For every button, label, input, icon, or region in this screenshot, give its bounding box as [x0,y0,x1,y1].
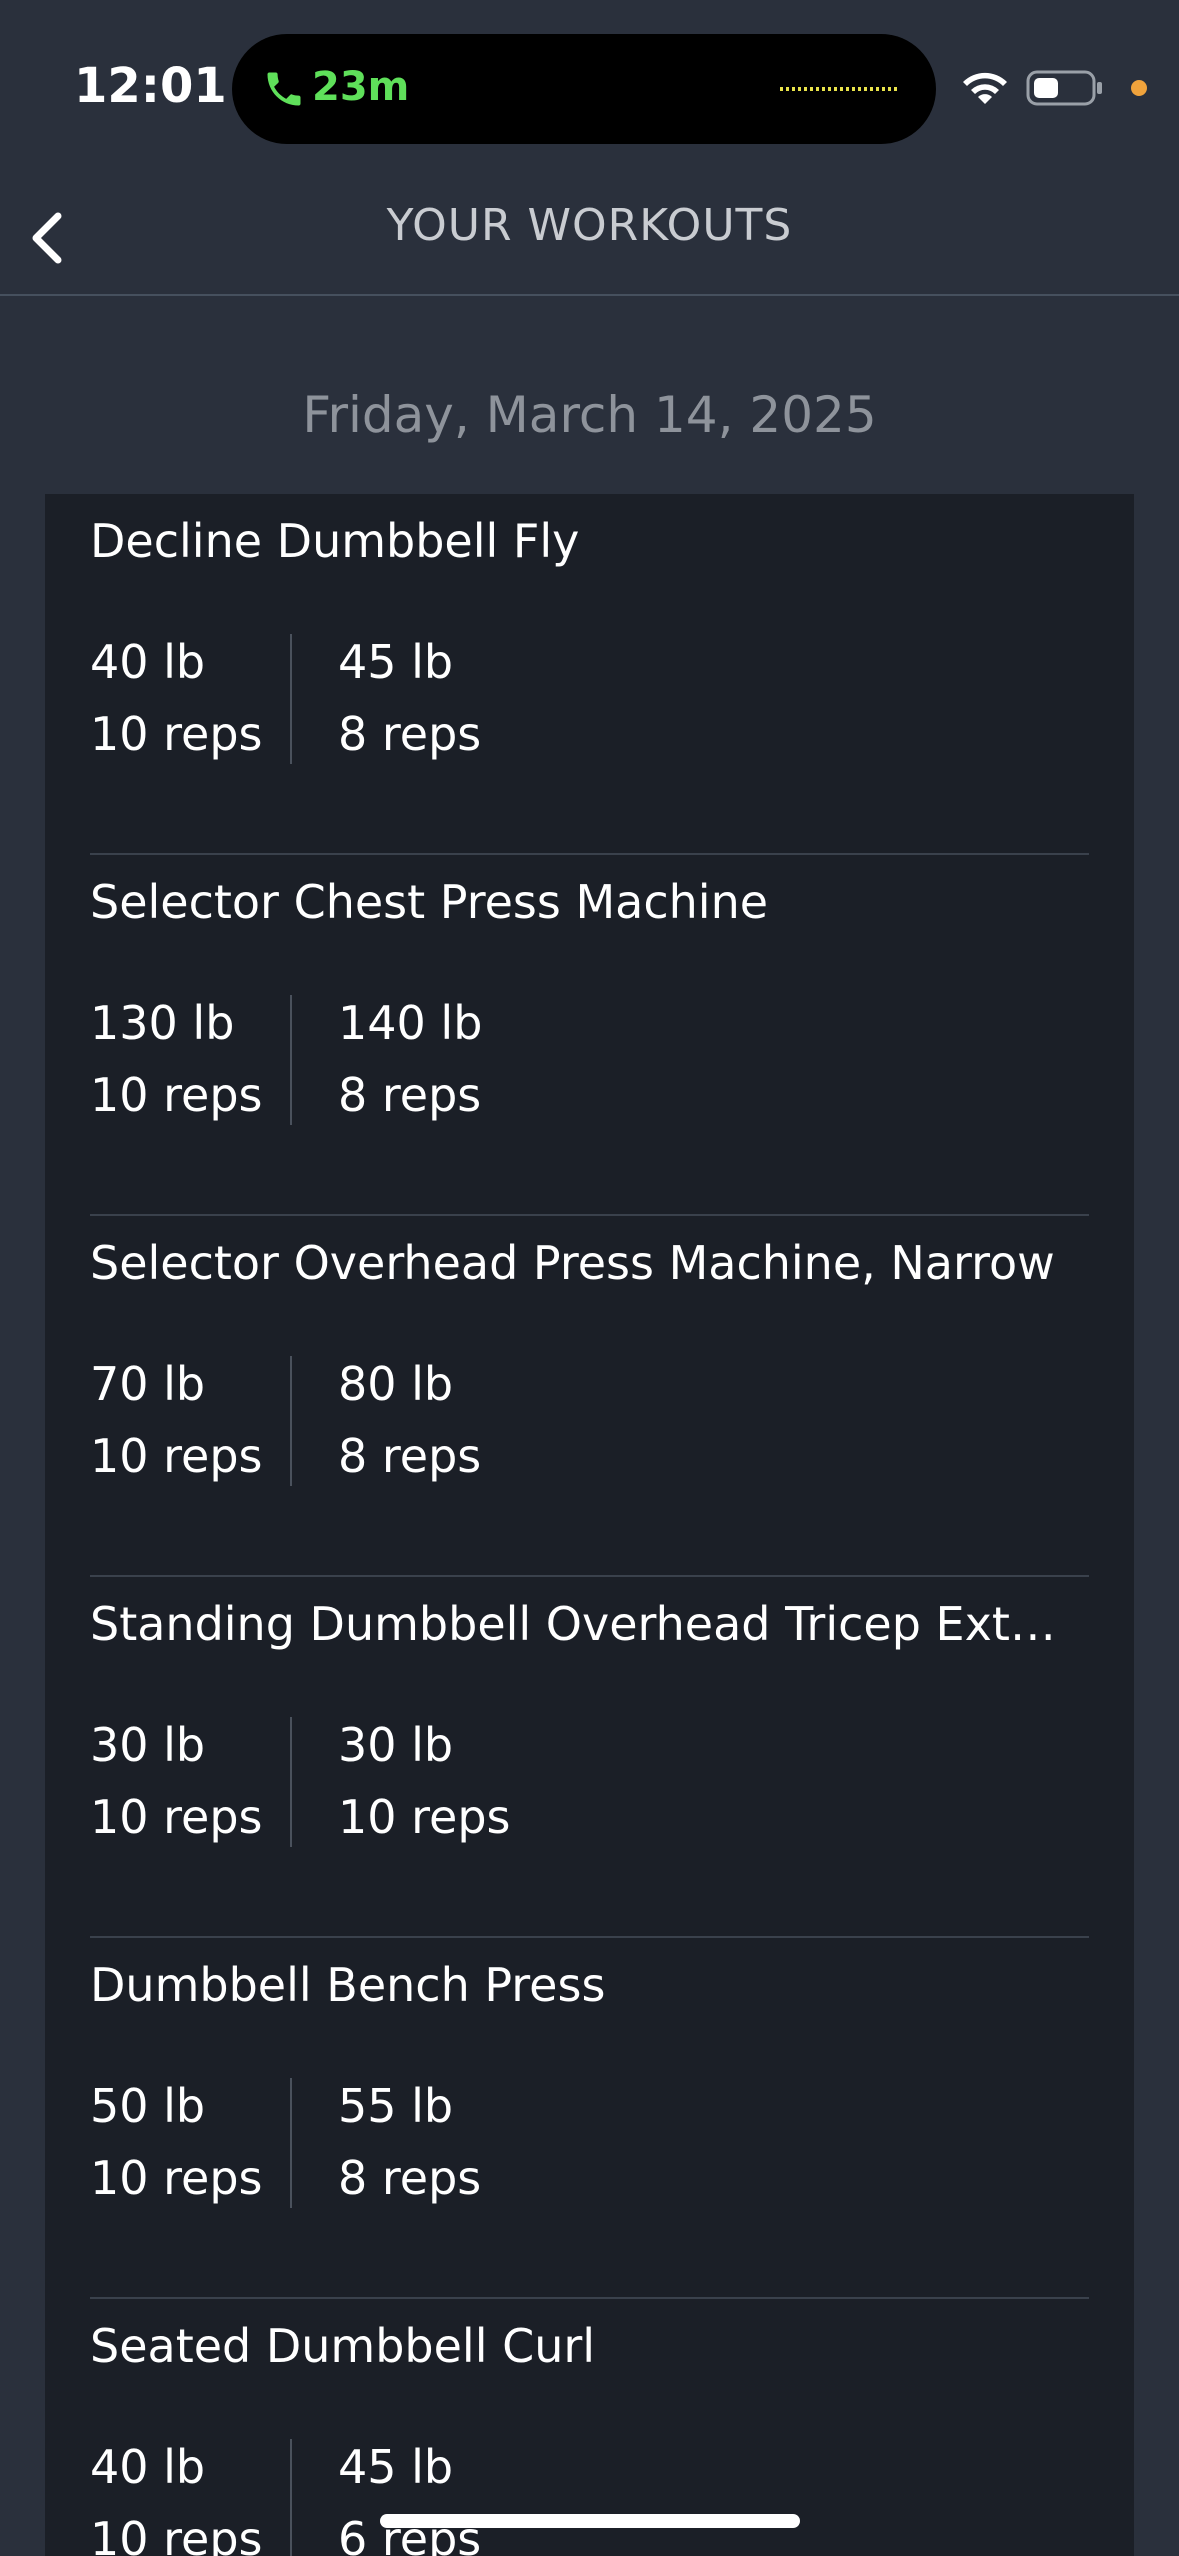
set-weight: 70 lb [90,1357,206,1411]
set-weight: 140 lb [338,996,483,1050]
exercise-item[interactable]: Dumbbell Bench Press 50 lb 10 reps 55 lb… [90,1938,1089,2299]
exercise-name: Seated Dumbbell Curl [90,2319,596,2373]
sets-row: 70 lb 10 reps 80 lb 8 reps [90,1356,481,1486]
exercise-item[interactable]: Standing Dumbbell Overhead Tricep Exte… … [90,1577,1089,1938]
audio-waveform-icon [780,87,897,91]
set-weight: 50 lb [90,2079,206,2133]
privacy-indicator-dot [1131,80,1147,96]
sets-row: 130 lb 10 reps 140 lb 8 reps [90,995,482,1125]
home-indicator[interactable] [380,2514,800,2528]
set-2: 80 lb 8 reps [292,1356,481,1486]
set-reps: 6 reps [338,2512,482,2556]
call-duration: 23m [312,64,410,110]
set-weight: 45 lb [338,635,454,689]
set-weight: 30 lb [338,1718,454,1772]
set-1: 130 lb 10 reps [90,995,292,1125]
set-2: 140 lb 8 reps [292,995,482,1125]
sets-row: 40 lb 10 reps 45 lb 8 reps [90,634,481,764]
page-title: YOUR WORKOUTS [386,200,793,251]
set-weight: 45 lb [338,2440,454,2494]
status-time: 12:01 [74,58,227,114]
set-2: 45 lb 8 reps [292,634,481,764]
phone-icon [267,72,301,106]
set-reps: 8 reps [338,707,482,761]
set-2: 55 lb 8 reps [292,2078,481,2208]
exercise-item[interactable]: Selector Overhead Press Machine, Narrow … [90,1216,1089,1577]
battery-icon [1026,70,1102,106]
status-bar: 12:01 23m [0,0,1179,176]
sets-row: 50 lb 10 reps 55 lb 8 reps [90,2078,481,2208]
exercise-name: Selector Overhead Press Machine, Narrow [90,1236,1055,1290]
set-weight: 40 lb [90,2440,206,2494]
set-weight: 130 lb [90,996,235,1050]
set-weight: 30 lb [90,1718,206,1772]
set-weight: 80 lb [338,1357,454,1411]
dynamic-island[interactable]: 23m [232,34,936,144]
workout-card: Decline Dumbbell Fly 40 lb 10 reps 45 lb… [45,494,1134,2556]
exercise-name: Standing Dumbbell Overhead Tricep Exte… [90,1597,1080,1651]
exercise-item[interactable]: Decline Dumbbell Fly 40 lb 10 reps 45 lb… [90,494,1089,855]
set-reps: 10 reps [90,707,263,761]
exercise-item[interactable]: Selector Chest Press Machine 130 lb 10 r… [90,855,1089,1216]
exercise-name: Selector Chest Press Machine [90,875,769,929]
wifi-icon [963,72,1007,104]
date-header: Friday, March 14, 2025 [302,386,877,444]
set-1: 50 lb 10 reps [90,2078,292,2208]
set-2: 30 lb 10 reps [292,1717,511,1847]
nav-bar: YOUR WORKOUTS [0,176,1179,296]
set-reps: 10 reps [90,1068,263,1122]
exercise-name: Dumbbell Bench Press [90,1958,606,2012]
set-1: 40 lb 10 reps [90,2439,292,2556]
set-reps: 10 reps [90,1790,263,1844]
set-reps: 8 reps [338,1068,482,1122]
set-reps: 10 reps [90,1429,263,1483]
set-reps: 10 reps [338,1790,511,1844]
set-weight: 40 lb [90,635,206,689]
set-reps: 10 reps [90,2151,263,2205]
set-reps: 8 reps [338,2151,482,2205]
set-1: 70 lb 10 reps [90,1356,292,1486]
exercise-name: Decline Dumbbell Fly [90,514,580,568]
sets-row: 30 lb 10 reps 30 lb 10 reps [90,1717,511,1847]
set-1: 30 lb 10 reps [90,1717,292,1847]
set-reps: 8 reps [338,1429,482,1483]
set-1: 40 lb 10 reps [90,634,292,764]
sets-row: 40 lb 10 reps 45 lb 6 reps [90,2439,481,2556]
set-2: 45 lb 6 reps [292,2439,481,2556]
set-weight: 55 lb [338,2079,454,2133]
set-reps: 10 reps [90,2512,263,2556]
